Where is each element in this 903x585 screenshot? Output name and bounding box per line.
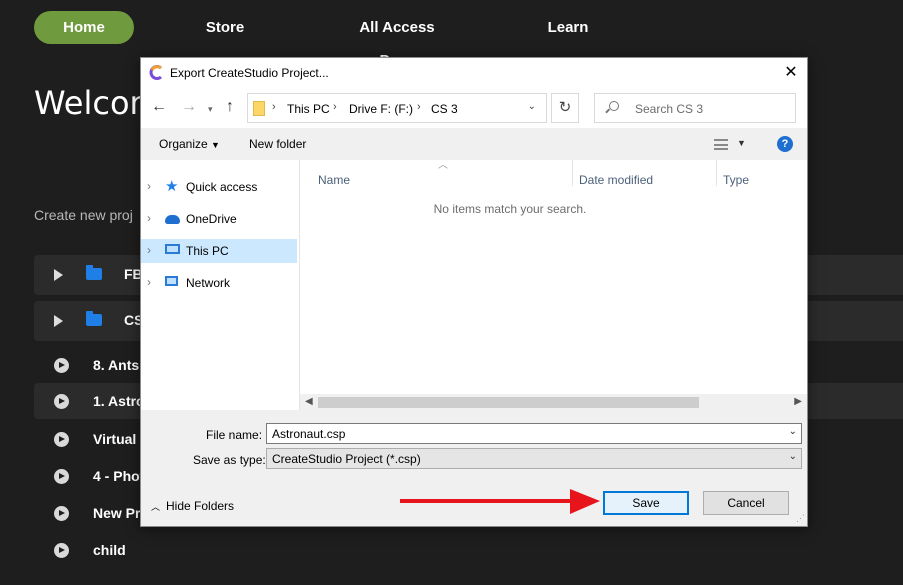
chevron-down-icon: ▼: [211, 140, 220, 150]
star-icon: ★: [165, 178, 179, 195]
navigation-pane: › ★ Quick access › OneDrive › This PC › …: [141, 160, 299, 410]
search-icon: [609, 101, 619, 111]
column-divider[interactable]: [716, 160, 717, 186]
chevron-down-icon[interactable]: ▼: [737, 138, 746, 148]
chevron-right-icon[interactable]: ›: [272, 101, 276, 113]
file-name-label: File name:: [206, 428, 263, 442]
file-list-pane: ︿ Name Date modified Type No items match…: [300, 160, 807, 410]
search-input[interactable]: Search CS 3: [594, 93, 796, 123]
computer-icon: [165, 244, 180, 254]
nav-tree-label: OneDrive: [186, 212, 237, 226]
nav-tree-item-onedrive[interactable]: › OneDrive: [141, 207, 297, 231]
play-circle-icon[interactable]: [54, 543, 69, 558]
view-options-icon[interactable]: [714, 139, 728, 150]
sort-ascending-icon: ︿: [438, 160, 448, 171]
back-arrow-icon[interactable]: ←: [151, 99, 167, 115]
organize-button[interactable]: Organize ▼: [159, 137, 220, 151]
chevron-right-icon[interactable]: ›: [147, 179, 151, 193]
expand-arrow-icon[interactable]: [54, 315, 63, 327]
nav-tree-item-this-pc[interactable]: › This PC: [141, 239, 297, 263]
scrollbar-thumb[interactable]: [318, 397, 699, 408]
column-header-type[interactable]: Type: [723, 173, 749, 187]
folder-icon: [253, 101, 265, 116]
top-navigation: Home Store All Access Pass Learn: [0, 0, 903, 69]
save-as-type-value: CreateStudio Project (*.csp): [272, 452, 421, 466]
recent-locations-icon[interactable]: ▾: [208, 101, 213, 117]
nav-store-link[interactable]: Store: [195, 11, 255, 44]
red-arrow-annotation: [400, 489, 600, 514]
createstudio-logo-icon: [149, 65, 162, 80]
command-bar: Organize ▼ New folder ▼ ?: [141, 128, 807, 160]
chevron-right-icon[interactable]: ›: [147, 211, 151, 225]
chevron-up-icon: ︿: [151, 502, 161, 512]
new-folder-button[interactable]: New folder: [249, 137, 306, 151]
resize-grip-icon[interactable]: ⋰: [796, 513, 805, 524]
empty-results-message: No items match your search.: [433, 202, 587, 216]
nav-tree-item-quick-access[interactable]: › ★ Quick access: [141, 175, 297, 199]
address-bar[interactable]: › This PC › Drive F: (F:) › CS 3 ⌄: [247, 93, 547, 123]
project-row[interactable]: child: [34, 532, 903, 568]
expand-arrow-icon[interactable]: [54, 269, 63, 281]
save-button[interactable]: Save: [603, 491, 689, 515]
close-icon[interactable]: ✕: [775, 58, 807, 88]
chevron-right-icon[interactable]: ›: [417, 101, 421, 113]
column-header-name[interactable]: Name: [318, 173, 350, 187]
folder-icon: [86, 265, 102, 280]
horizontal-scrollbar[interactable]: ◀ ▶: [300, 394, 807, 411]
address-toolbar: ← → ▾ ↑ › This PC › Drive F: (F:) › CS 3…: [141, 88, 807, 128]
play-circle-icon[interactable]: [54, 506, 69, 521]
dialog-titlebar: Export CreateStudio Project... ✕: [141, 58, 807, 88]
forward-arrow-icon[interactable]: →: [181, 99, 197, 115]
nav-tree-label: Quick access: [186, 180, 258, 194]
chevron-down-icon[interactable]: ⌄: [789, 451, 797, 462]
chevron-right-icon[interactable]: ›: [147, 243, 151, 257]
scroll-right-icon[interactable]: ▶: [794, 396, 802, 407]
save-as-type-label: Save as type:: [193, 453, 266, 467]
export-dialog: Export CreateStudio Project... ✕ ← → ▾ ↑…: [140, 57, 808, 527]
cloud-icon: [165, 215, 180, 224]
dialog-title: Export CreateStudio Project...: [170, 66, 329, 80]
project-label: 4 - Phot: [93, 468, 145, 484]
chevron-down-icon[interactable]: ⌄: [528, 101, 536, 112]
nav-tree-label: This PC: [186, 244, 229, 258]
project-label: 8. Ants: [93, 357, 140, 373]
folder-icon: [86, 311, 102, 326]
nav-tree-label: Network: [186, 276, 231, 290]
file-name-value: Astronaut.csp: [272, 427, 346, 441]
network-icon: [165, 276, 178, 286]
nav-learn-link[interactable]: Learn: [543, 11, 593, 44]
nav-home-button[interactable]: Home: [34, 11, 134, 44]
up-arrow-icon[interactable]: ↑: [226, 99, 234, 115]
chevron-right-icon[interactable]: ›: [147, 275, 151, 289]
breadcrumb-drive-f[interactable]: Drive F: (F:): [349, 102, 413, 116]
hide-folders-button[interactable]: ︿ Hide Folders: [151, 499, 234, 513]
arrow-head: [570, 489, 600, 514]
breadcrumb-cs3[interactable]: CS 3: [431, 102, 458, 116]
cancel-button[interactable]: Cancel: [703, 491, 789, 515]
play-circle-icon[interactable]: [54, 432, 69, 447]
search-placeholder: Search CS 3: [635, 102, 704, 116]
create-new-project-label: Create new proj: [34, 207, 133, 223]
project-label: child: [93, 542, 126, 558]
chevron-right-icon[interactable]: ›: [333, 101, 337, 113]
save-as-type-select[interactable]: CreateStudio Project (*.csp) ⌄: [266, 448, 802, 469]
play-circle-icon[interactable]: [54, 358, 69, 373]
refresh-button[interactable]: ↻: [551, 93, 579, 123]
play-circle-icon[interactable]: [54, 469, 69, 484]
file-name-field[interactable]: Astronaut.csp ⌄: [266, 423, 802, 444]
chevron-down-icon[interactable]: ⌄: [789, 426, 797, 437]
play-circle-icon[interactable]: [54, 394, 69, 409]
column-header-date-modified[interactable]: Date modified: [579, 173, 653, 187]
column-divider[interactable]: [572, 160, 573, 186]
nav-all-access-link[interactable]: All Access Pass: [343, 11, 451, 69]
scroll-left-icon[interactable]: ◀: [305, 396, 313, 407]
refresh-icon: ↻: [558, 99, 572, 116]
nav-tree-item-network[interactable]: › Network: [141, 271, 297, 295]
help-icon[interactable]: ?: [777, 136, 793, 152]
breadcrumb-this-pc[interactable]: This PC: [287, 102, 330, 116]
